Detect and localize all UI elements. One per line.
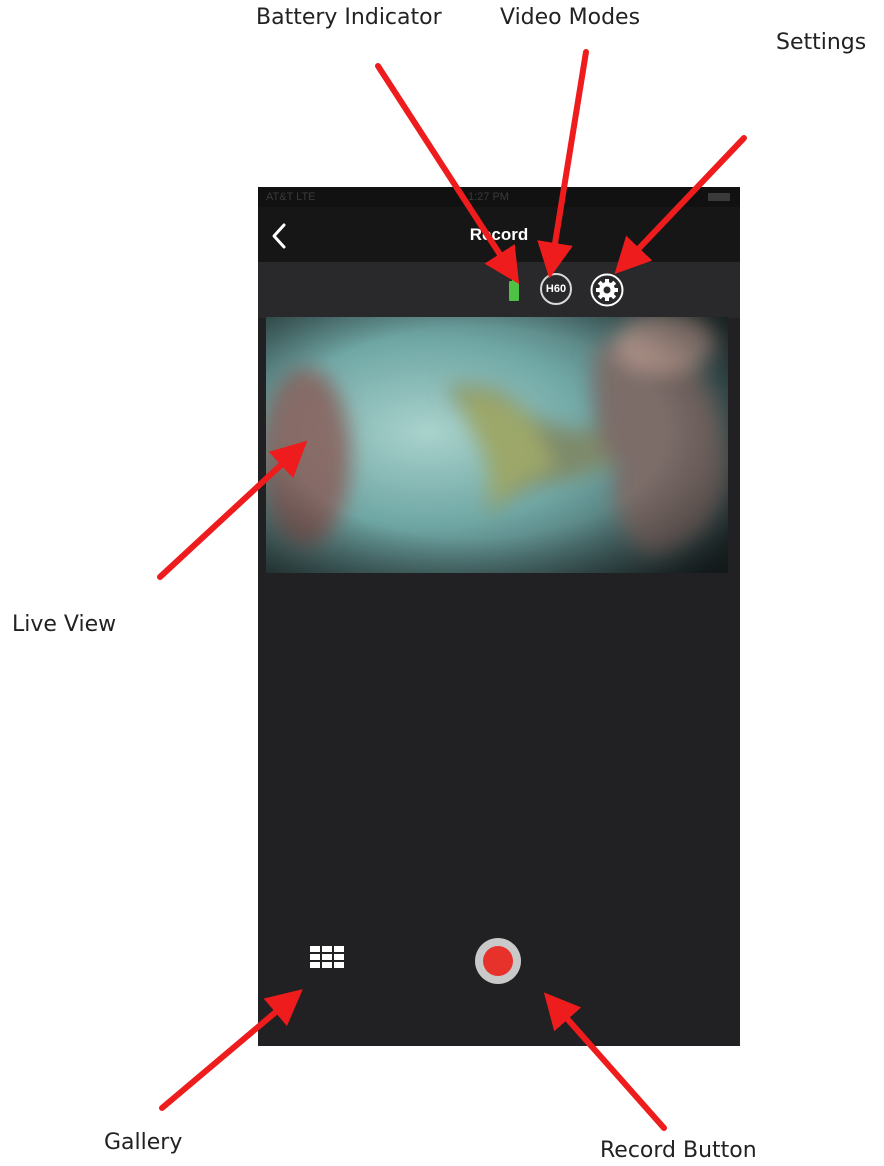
status-bar: AT&T LTE 1:27 PM [258,187,740,207]
live-view-image [266,317,728,573]
annotation-record-button: Record Button [600,1138,757,1163]
live-view[interactable] [266,317,728,573]
annotation-settings: Settings [776,30,867,55]
phone-screen: AT&T LTE 1:27 PM Record H60 [258,187,740,1046]
nav-bar: Record [258,207,740,262]
status-carrier: AT&T LTE [266,191,316,203]
bottom-bar [258,896,740,1046]
video-mode-button[interactable]: H60 [540,273,572,305]
gear-icon [590,273,624,307]
status-time: 1:27 PM [468,191,509,203]
annotation-video-modes: Video Modes [500,5,641,30]
annotation-live-view: Live View [12,612,117,637]
annotation-battery-indicator: Battery Indicator [256,5,442,30]
page-title: Record [469,225,529,244]
gallery-button[interactable] [310,946,348,974]
grid-icon [310,946,344,968]
record-icon [483,946,513,976]
camera-toolbar: H60 [258,262,740,318]
settings-button[interactable] [590,273,624,307]
record-button[interactable] [475,938,521,984]
annotation-gallery: Gallery [104,1130,183,1155]
battery-icon [509,279,519,301]
status-battery-icon [708,193,730,201]
